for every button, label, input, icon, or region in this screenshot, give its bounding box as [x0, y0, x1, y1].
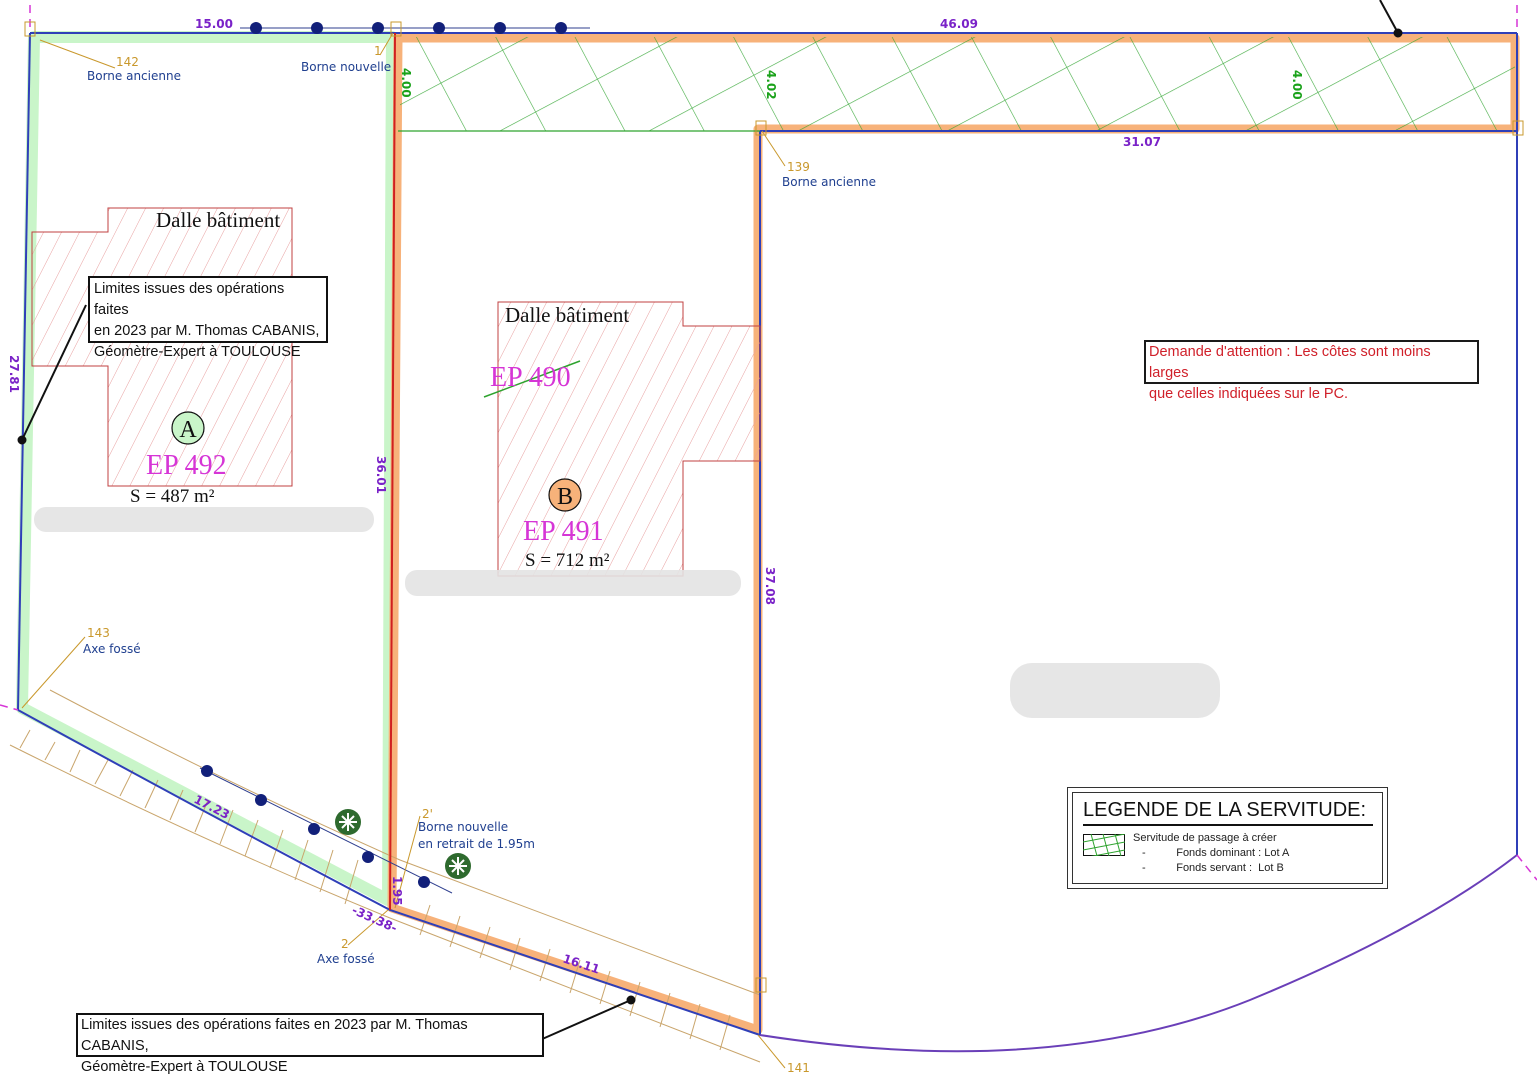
- marker-dot-icon: [372, 22, 384, 34]
- lot-b-parcel: EP 491: [523, 516, 604, 547]
- dim-left: 27.81: [7, 355, 21, 393]
- marker-dot-icon: [255, 794, 267, 806]
- lot-a-letter: A: [179, 417, 197, 443]
- lot-a-parcel: EP 492: [146, 450, 227, 481]
- borne-143-number: 143: [87, 626, 110, 640]
- legend-inner-frame: LEGENDE DE LA SERVITUDE: Servitude de pa…: [1072, 792, 1383, 884]
- warning-line-1: Demande d'attention : Les côtes sont moi…: [1149, 344, 1431, 381]
- tree-icon: [445, 853, 471, 879]
- marker-dot-icon: [433, 22, 445, 34]
- note-bottom-line-1: Limites issues des opérations faites en …: [81, 1017, 468, 1054]
- legend-box: LEGENDE DE LA SERVITUDE: Servitude de pa…: [1067, 787, 1388, 889]
- marker-dot-icon: [250, 22, 262, 34]
- borne-143-label: Axe fossé: [83, 642, 141, 656]
- marker-dot-icon: [555, 22, 567, 34]
- building-a-label: Dalle bâtiment: [156, 208, 280, 232]
- warning-box: Demande d'attention : Les côtes sont moi…: [1144, 340, 1479, 402]
- dim-top-left: 15.00: [195, 17, 233, 31]
- lot-b-area: S = 712 m²: [525, 550, 610, 571]
- crossed-parcel: EP 490: [490, 362, 571, 393]
- tree-icon: [335, 809, 361, 835]
- dim-easement-1: 4.00: [399, 68, 413, 98]
- borne-markers: [21, 21, 1524, 1069]
- marker-dot-icon: [311, 22, 323, 34]
- lot-b-letter: B: [557, 484, 573, 510]
- borne-1-label: Borne nouvelle: [301, 60, 391, 74]
- note-box-bottom: Limites issues des opérations faites en …: [76, 1013, 544, 1075]
- borne-2-number: 2: [341, 937, 349, 951]
- dim-inner-top: 31.07: [1123, 135, 1161, 149]
- borne-2prime-number: 2': [422, 807, 433, 821]
- legend-title: LEGENDE DE LA SERVITUDE:: [1083, 799, 1367, 821]
- cadastral-plan: 15.00 46.09 31.07 27.81 36.01 37.08 4.00…: [0, 0, 1537, 1075]
- easement-swatch-icon: [1083, 834, 1125, 856]
- legend-servant: - Fonds servant : Lot B: [1142, 862, 1284, 874]
- legend-title-rule: [1083, 824, 1373, 826]
- dim-right: 37.08: [763, 567, 777, 605]
- dim-bottom-left: 17.23: [192, 792, 232, 822]
- ditch-band-inner: [49, 689, 761, 996]
- marker-dot-icon: [362, 851, 374, 863]
- lot-a-area: S = 487 m²: [130, 486, 215, 507]
- marker-dot-icon: [201, 765, 213, 777]
- legend-item-label: Servitude de passage à créer: [1133, 832, 1277, 844]
- note-top-line-3: Géomètre-Expert à TOULOUSE: [94, 344, 301, 360]
- marker-dot-icon: [494, 22, 506, 34]
- dim-easement-2: 4.02: [764, 70, 778, 100]
- dim-middle: 36.01: [374, 456, 388, 494]
- borne-139-label: Borne ancienne: [782, 175, 876, 189]
- borne-139-number: 139: [787, 160, 810, 174]
- dim-easement-3: 4.00: [1290, 70, 1304, 100]
- borne-2-label: Axe fossé: [317, 952, 375, 966]
- dim-retrait: 1.95: [390, 876, 404, 906]
- warning-line-2: que celles indiquées sur le PC.: [1149, 386, 1349, 402]
- dim-top-right: 46.09: [940, 17, 978, 31]
- note-box-top: Limites issues des opérations faites en …: [88, 276, 328, 360]
- easement-area: [400, 37, 1515, 131]
- note-top-line-1: Limites issues des opérations faites: [94, 281, 285, 318]
- borne-2prime-label-2: en retrait de 1.95m: [418, 837, 535, 851]
- legend-dominant: - Fonds dominant : Lot A: [1142, 847, 1290, 859]
- borne-2prime-label-1: Borne nouvelle: [418, 820, 508, 834]
- borne-142-number: 142: [116, 55, 139, 69]
- marker-dot-icon: [418, 876, 430, 888]
- building-b-label: Dalle bâtiment: [505, 303, 629, 327]
- note-top-line-2: en 2023 par M. Thomas CABANIS,: [94, 323, 320, 339]
- borne-1-number: 1: [374, 44, 382, 58]
- borne-142-label: Borne ancienne: [87, 69, 181, 83]
- marker-dot-icon: [308, 823, 320, 835]
- note-bottom-line-2: Géomètre-Expert à TOULOUSE: [81, 1059, 288, 1075]
- borne-141-number: 141: [787, 1061, 810, 1075]
